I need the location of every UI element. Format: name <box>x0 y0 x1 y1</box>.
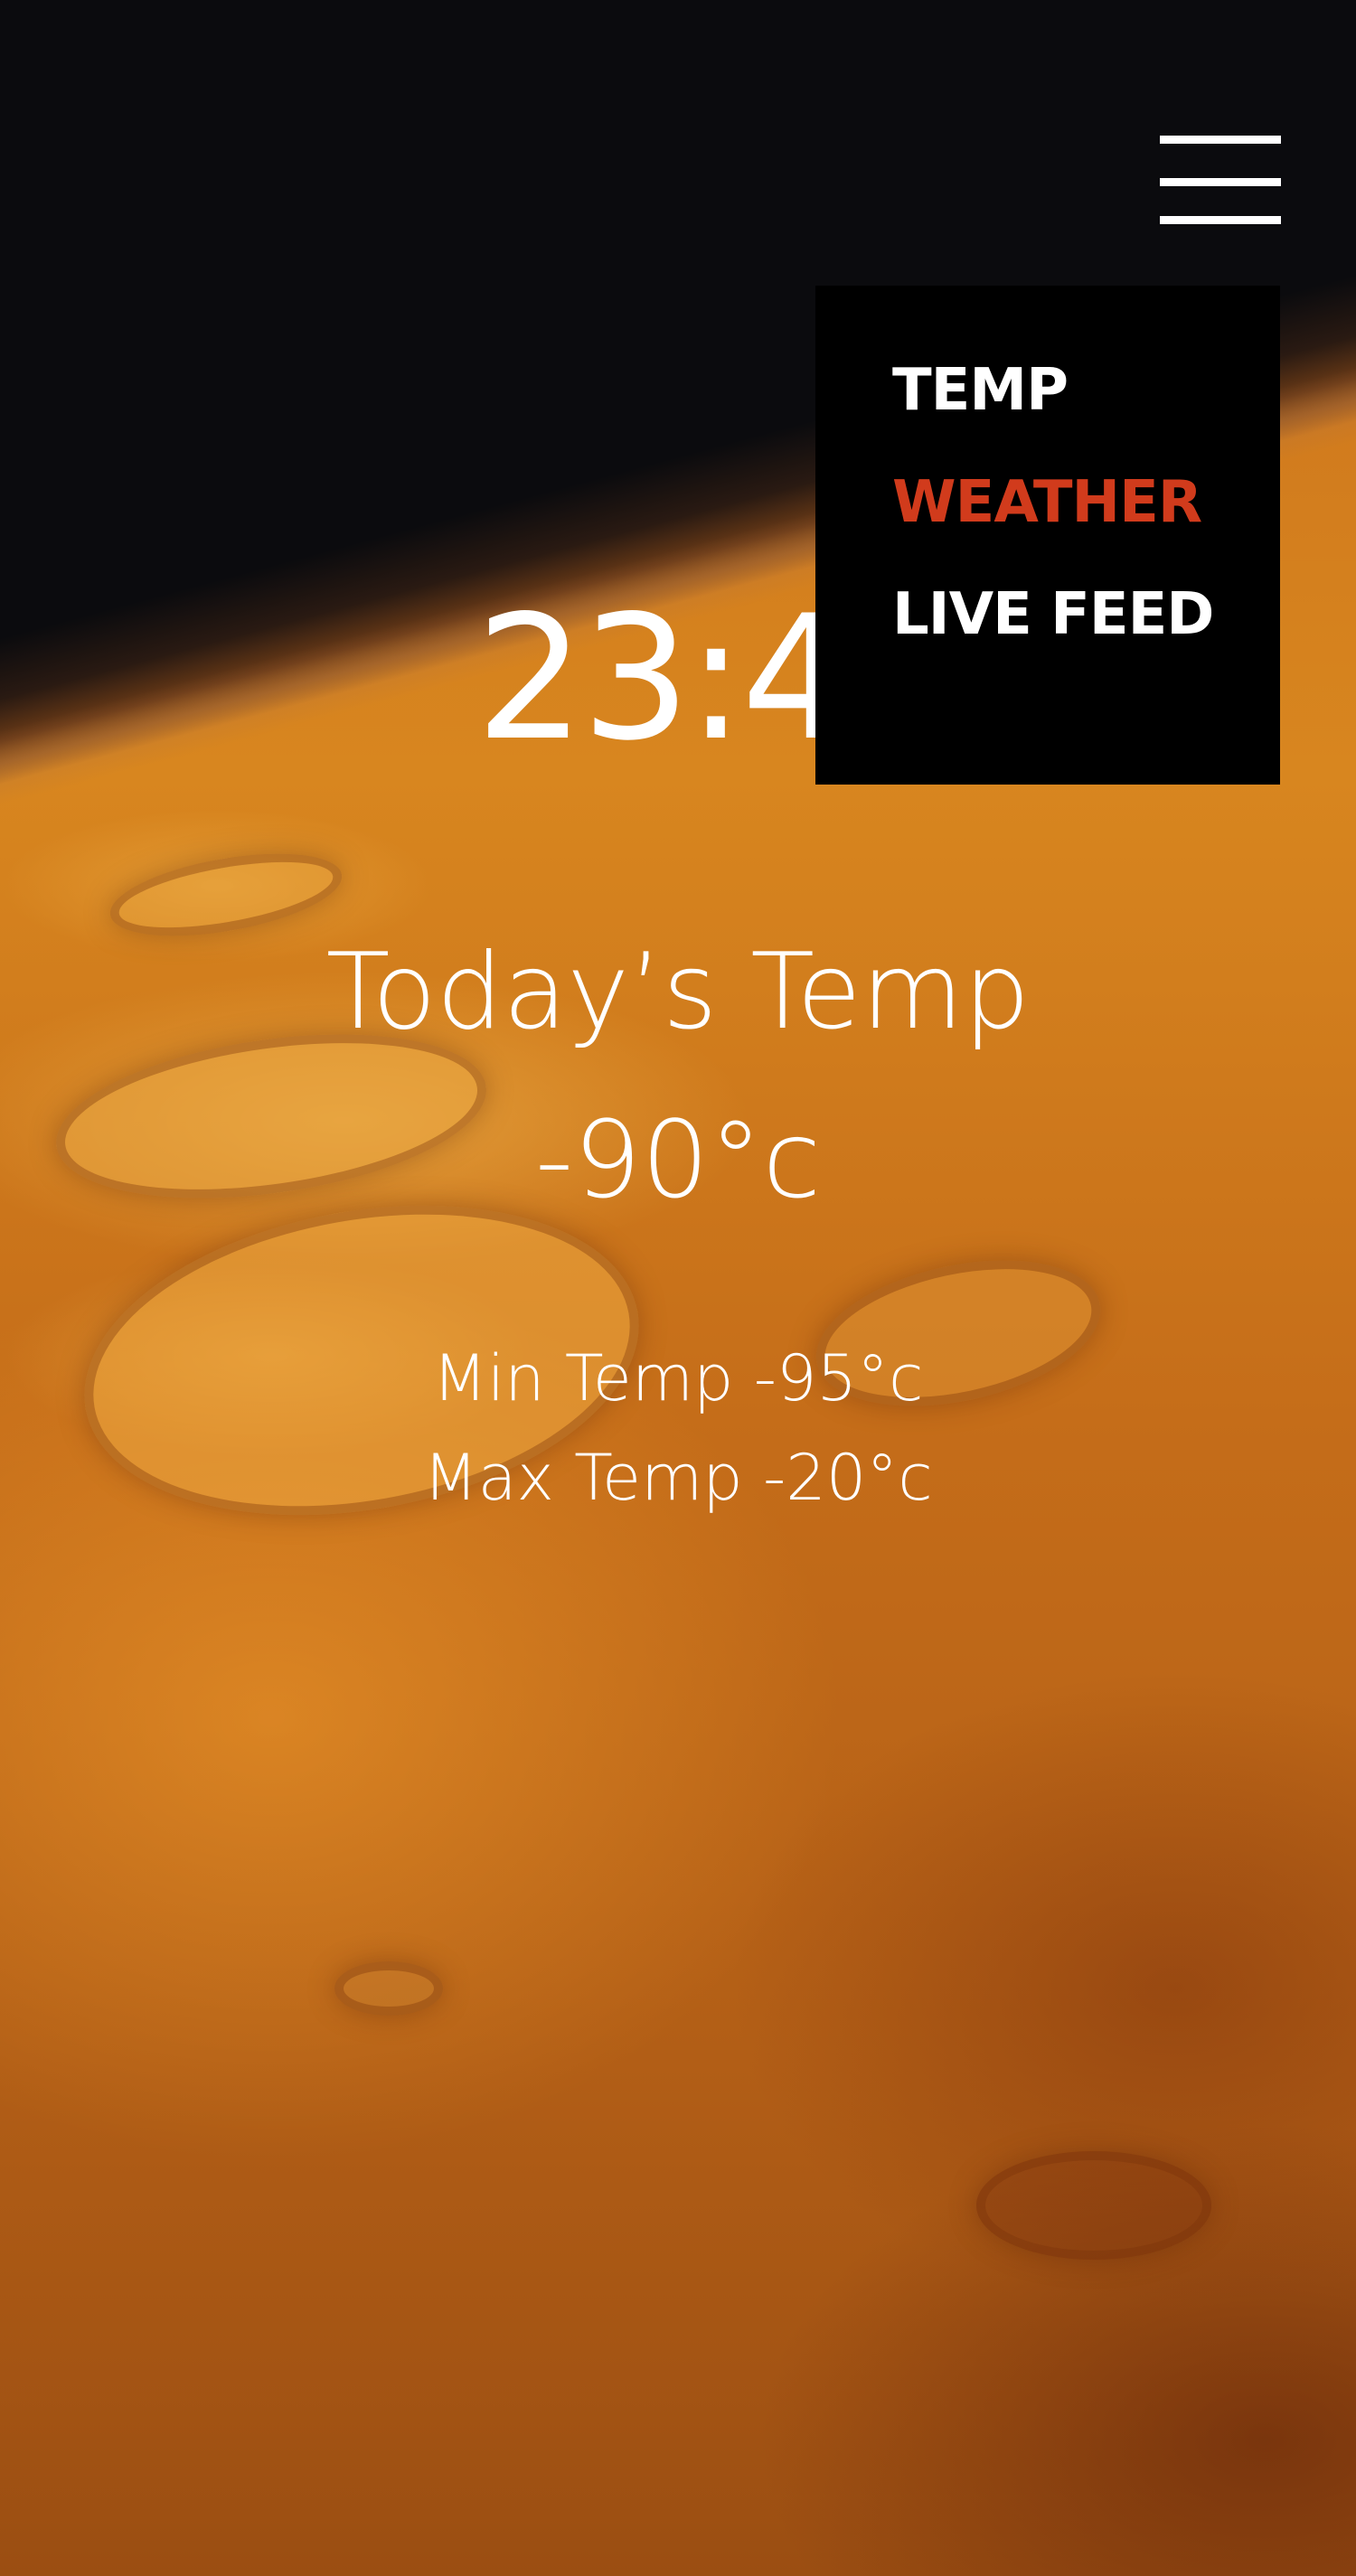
max-temp: Max Temp -20°c <box>423 1441 933 1515</box>
menu-item-live-feed[interactable]: LIVE FEED <box>892 586 1214 644</box>
menu-item-weather[interactable]: WEATHER <box>892 474 1202 531</box>
hamburger-menu-icon[interactable] <box>1160 136 1281 224</box>
menu-bar <box>1160 178 1281 186</box>
min-temp: Min Temp -95°c <box>432 1341 924 1415</box>
todays-temp-label: Today’s Temp <box>325 931 1031 1053</box>
crater <box>976 2151 1211 2260</box>
todays-temp-value: -90°c <box>534 1097 822 1222</box>
menu-item-temp[interactable]: TEMP <box>892 362 1069 419</box>
dropdown-menu: TEMP WEATHER LIVE FEED <box>815 286 1280 785</box>
menu-bar <box>1160 216 1281 224</box>
menu-bar <box>1160 136 1281 144</box>
crater <box>334 1961 443 2016</box>
app-screen: 23:45 Today’s Temp -90°c Min Temp -95°c … <box>0 0 1356 2576</box>
crater <box>104 839 348 951</box>
